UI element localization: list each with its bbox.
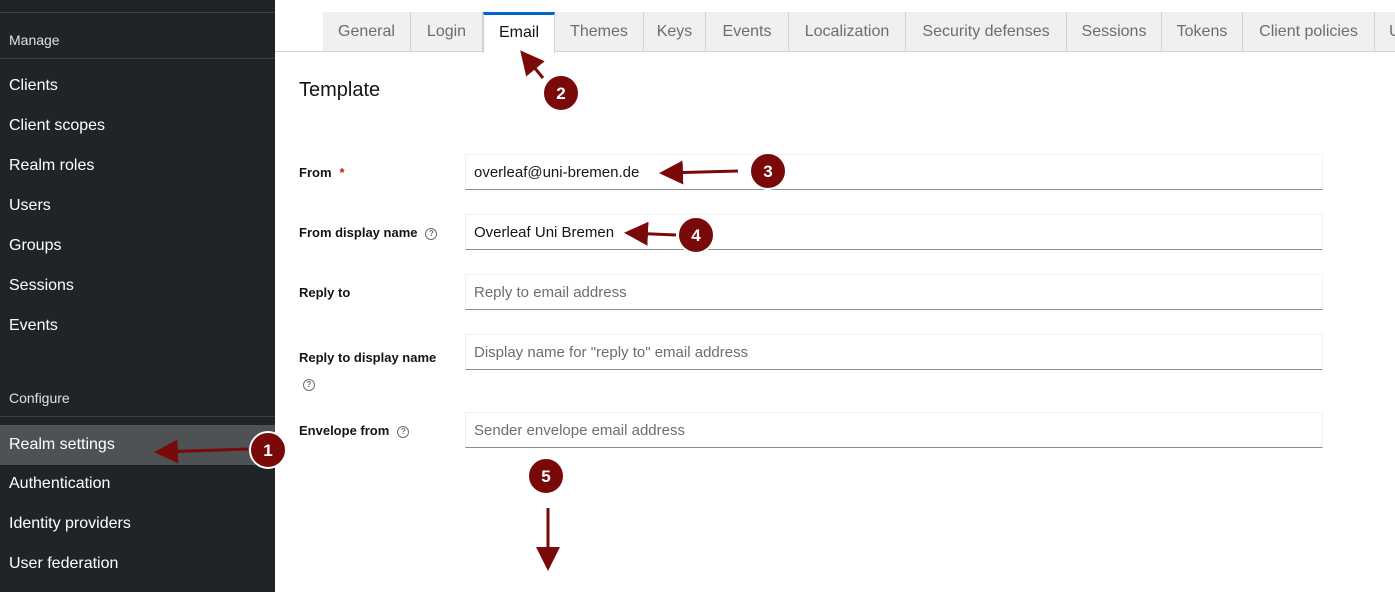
reply-to-display-name-input[interactable]: [465, 334, 1323, 370]
divider: [0, 58, 275, 59]
sidebar-item-realm-settings[interactable]: Realm settings: [0, 425, 275, 465]
sidebar-item-realm-roles[interactable]: Realm roles: [0, 146, 275, 186]
configure-heading: Configure: [9, 390, 70, 406]
sidebar: Manage Clients Client scopes Realm roles…: [0, 0, 275, 592]
from-label: From *: [299, 165, 345, 180]
annotation-badge-5: [527, 457, 565, 495]
from-display-name-label: From display name?: [299, 225, 438, 240]
manage-heading: Manage: [9, 32, 60, 48]
from-display-name-input[interactable]: [465, 214, 1323, 250]
arrow-2: [520, 50, 545, 79]
help-icon[interactable]: ?: [397, 425, 410, 438]
sidebar-item-identity-providers[interactable]: Identity providers: [0, 504, 275, 544]
tab-events[interactable]: Events: [706, 12, 789, 51]
tab-tokens[interactable]: Tokens: [1162, 12, 1243, 51]
section-title: Template: [299, 79, 381, 101]
annotation-number: 2: [556, 84, 565, 103]
sidebar-item-clients[interactable]: Clients: [0, 66, 275, 106]
from-label-text: From: [299, 165, 332, 180]
sidebar-item-authentication[interactable]: Authentication: [0, 464, 275, 504]
tab-email[interactable]: Email: [483, 12, 555, 53]
divider: [0, 416, 275, 417]
tab-login[interactable]: Login: [411, 12, 483, 51]
sidebar-item-client-scopes[interactable]: Client scopes: [0, 106, 275, 146]
tab-themes[interactable]: Themes: [555, 12, 644, 51]
from-input[interactable]: [465, 154, 1323, 190]
tab-sessions[interactable]: Sessions: [1067, 12, 1162, 51]
realm-settings-tabs: General Login Email Themes Keys Events L…: [275, 0, 1395, 53]
tab-general[interactable]: General: [323, 12, 411, 51]
label-text: Envelope from: [299, 423, 390, 438]
tab-localization[interactable]: Localization: [789, 12, 906, 51]
tab-keys[interactable]: Keys: [644, 12, 706, 51]
reply-to-input[interactable]: [465, 274, 1323, 310]
envelope-from-input[interactable]: [465, 412, 1323, 448]
tab-overflow[interactable]: U: [1375, 12, 1395, 51]
label-text: Reply to display name: [299, 350, 437, 365]
help-icon[interactable]: ?: [425, 227, 438, 240]
annotation-badge-2: [542, 74, 580, 112]
required-mark: *: [339, 165, 345, 180]
help-icon[interactable]: ?: [303, 378, 315, 391]
reply-to-display-name-label: Reply to display name?: [299, 345, 436, 397]
label-text: From display name: [299, 225, 418, 240]
divider: [0, 12, 275, 13]
tab-client-policies[interactable]: Client policies: [1243, 12, 1375, 51]
sidebar-item-users[interactable]: Users: [0, 186, 275, 226]
sidebar-item-groups[interactable]: Groups: [0, 226, 275, 266]
annotation-number: 5: [541, 467, 550, 486]
sidebar-item-events[interactable]: Events: [0, 306, 275, 346]
tab-security-defenses[interactable]: Security defenses: [906, 12, 1067, 51]
sidebar-item-sessions[interactable]: Sessions: [0, 266, 275, 306]
envelope-from-label: Envelope from?: [299, 423, 410, 438]
sidebar-item-user-federation[interactable]: User federation: [0, 544, 275, 584]
reply-to-label: Reply to: [299, 285, 351, 300]
